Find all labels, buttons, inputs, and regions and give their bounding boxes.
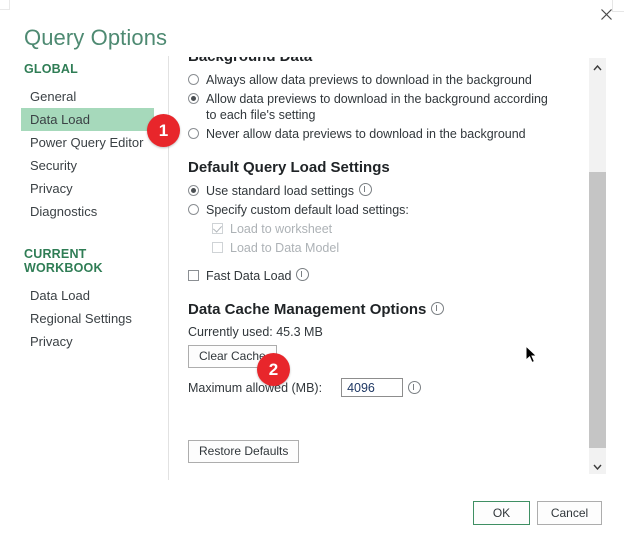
sidebar-item-data-load[interactable]: Data Load — [21, 108, 154, 131]
sidebar-item-privacy[interactable]: Privacy — [21, 177, 154, 200]
checkbox-fast-data-load[interactable]: Fast Data Load — [188, 268, 585, 284]
sidebar-item-workbook-data-load[interactable]: Data Load — [21, 284, 154, 307]
annotation-badge-2: 2 — [257, 353, 290, 386]
sidebar-item-security[interactable]: Security — [21, 154, 154, 177]
section-heading-background-data: Background Data — [188, 57, 585, 65]
sidebar-item-general[interactable]: General — [21, 85, 154, 108]
checkbox-icon — [212, 242, 223, 253]
page-title: Query Options — [24, 25, 168, 50]
maximum-allowed-input[interactable] — [341, 378, 404, 397]
radio-allow-previews-per-file[interactable]: Allow data previews to download in the b… — [188, 91, 585, 123]
radio-icon — [188, 204, 199, 215]
radio-always-allow-previews[interactable]: Always allow data previews to download i… — [188, 72, 585, 88]
sidebar-group-title-current-workbook: CURRENT WORKBOOK — [24, 247, 103, 275]
info-icon[interactable] — [408, 381, 422, 394]
option-label: Never allow data previews to download in… — [206, 127, 526, 141]
checkbox-icon-checked — [212, 223, 223, 234]
annotation-badge-1: 1 — [147, 114, 180, 147]
sidebar: GLOBAL General Data Load Power Query Edi… — [0, 62, 168, 482]
radio-never-allow-previews[interactable]: Never allow data previews to download in… — [188, 126, 585, 142]
chevron-down-icon — [593, 457, 602, 475]
scrollbar-thumb[interactable] — [589, 172, 606, 448]
maximum-allowed-label: Maximum allowed (MB): — [188, 380, 323, 395]
sidebar-group-title-global: GLOBAL — [24, 62, 78, 76]
info-icon[interactable] — [431, 302, 445, 315]
radio-specify-custom-load-settings[interactable]: Specify custom default load settings: — [188, 202, 585, 218]
cancel-button[interactable]: Cancel — [537, 501, 602, 525]
info-icon[interactable] — [296, 268, 310, 281]
radio-icon — [188, 128, 199, 139]
option-label: Load to worksheet — [230, 222, 333, 236]
close-button[interactable] — [592, 2, 620, 26]
scrollbar-down-button[interactable] — [589, 457, 606, 474]
vertical-scrollbar[interactable] — [589, 58, 606, 474]
option-label: Allow data previews to download in the b… — [206, 92, 548, 122]
section-heading-default-query-load-settings: Default Query Load Settings — [188, 159, 390, 176]
info-icon[interactable] — [359, 183, 373, 196]
sidebar-item-regional-settings[interactable]: Regional Settings — [21, 307, 154, 330]
restore-defaults-button[interactable]: Restore Defaults — [188, 440, 300, 463]
section-heading-data-cache-management: Data Cache Management Options — [188, 301, 585, 318]
option-label: Load to Data Model — [230, 241, 340, 255]
sidebar-item-workbook-privacy[interactable]: Privacy — [21, 330, 154, 353]
option-label: Fast Data Load — [206, 269, 292, 283]
ok-button[interactable]: OK — [473, 501, 530, 525]
query-options-dialog: Query Options GLOBAL General Data Load P… — [0, 0, 624, 547]
radio-use-standard-load-settings[interactable]: Use standard load settings — [188, 183, 585, 199]
option-label: Specify custom default load settings: — [206, 203, 409, 217]
scrollbar-up-button[interactable] — [589, 58, 606, 75]
sidebar-item-power-query-editor[interactable]: Power Query Editor — [21, 131, 154, 154]
checkbox-icon — [188, 270, 199, 281]
window-corner-top-left — [0, 0, 10, 10]
radio-icon-selected — [188, 93, 199, 104]
chevron-up-icon — [593, 58, 602, 76]
radio-icon-selected — [188, 185, 199, 196]
sidebar-item-diagnostics[interactable]: Diagnostics — [21, 200, 154, 223]
checkbox-load-to-worksheet: Load to worksheet — [212, 221, 585, 237]
option-label: Always allow data previews to download i… — [206, 73, 532, 87]
currently-used-text: Currently used: 45.3 MB — [188, 325, 323, 339]
dialog-footer: OK Cancel — [0, 481, 624, 547]
checkbox-load-to-data-model: Load to Data Model — [212, 240, 585, 256]
section-heading-text: Data Cache Management Options — [188, 301, 427, 318]
option-label: Use standard load settings — [206, 184, 355, 198]
settings-panel: Background Data Always allow data previe… — [181, 57, 585, 475]
radio-icon — [188, 74, 199, 85]
close-icon — [600, 8, 613, 21]
